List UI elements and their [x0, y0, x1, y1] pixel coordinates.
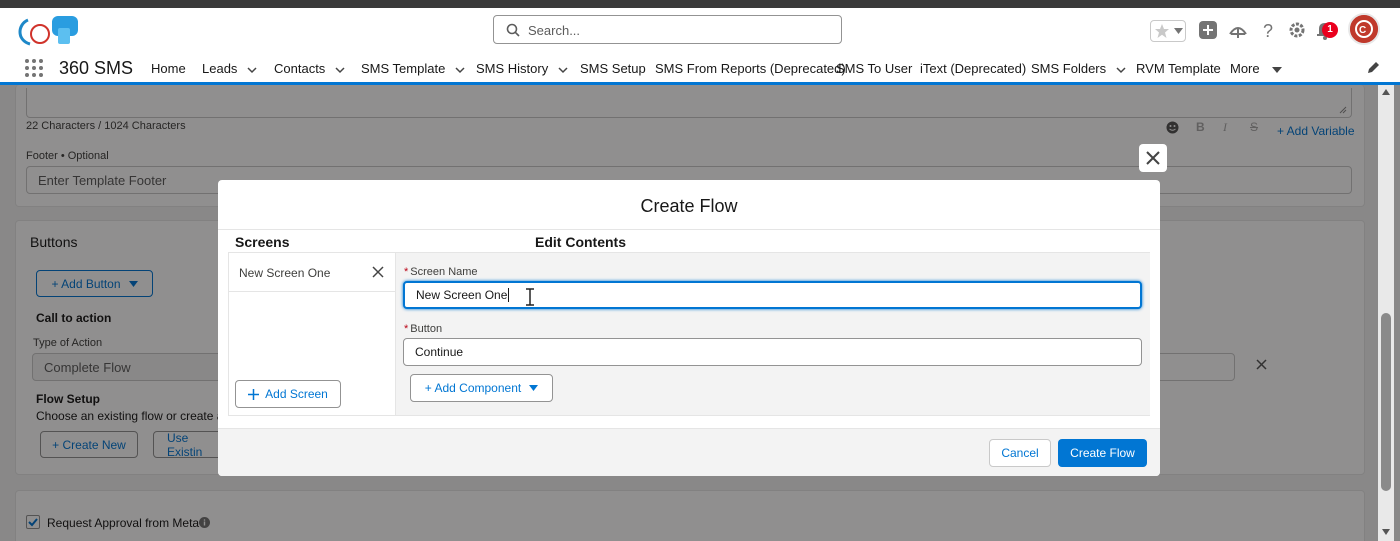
app-nav-bar: 360 SMS Home Leads Contacts SMS Template… — [0, 52, 1400, 85]
nav-item-itext[interactable]: iText (Deprecated) — [920, 61, 1026, 76]
edit-contents-column-header: Edit Contents — [535, 234, 626, 250]
modal-title: Create Flow — [640, 196, 738, 216]
scroll-down-icon[interactable] — [1382, 529, 1390, 535]
modal-footer: Cancel Create Flow — [218, 428, 1160, 476]
svg-text:?: ? — [1263, 21, 1273, 40]
browser-top-strip — [0, 0, 1400, 8]
favorites-button[interactable] — [1150, 20, 1186, 42]
button-label: * Button — [404, 323, 443, 335]
nav-item-sms-history[interactable]: SMS History — [476, 61, 568, 76]
nav-item-sms-from-reports[interactable]: SMS From Reports (Deprecated) — [655, 61, 846, 76]
create-flow-modal: Create Flow Screens Edit Contents New Sc… — [218, 180, 1160, 476]
edit-contents-panel: * Screen Name New Screen One * Button Cont… — [396, 253, 1150, 415]
add-component-button[interactable]: + Add Component — [410, 374, 553, 402]
chevron-down-icon[interactable] — [335, 65, 345, 75]
screen-item-label: New Screen One — [239, 266, 331, 280]
button-text-input[interactable]: Continue — [403, 338, 1142, 366]
remove-screen-icon[interactable] — [372, 266, 384, 278]
gear-icon[interactable] — [1287, 20, 1307, 40]
help-icon[interactable]: ? — [1258, 20, 1278, 40]
screens-list: New Screen One Add Screen — [229, 253, 396, 415]
avatar[interactable]: C — [1348, 13, 1380, 45]
nav-item-home[interactable]: Home — [151, 61, 186, 76]
nav-item-leads[interactable]: Leads — [202, 61, 257, 76]
company-logo[interactable] — [14, 14, 82, 48]
nav-item-sms-template[interactable]: SMS Template — [361, 61, 465, 76]
plus-icon — [248, 388, 260, 400]
nav-item-rvm-template[interactable]: RVM Template — [1136, 61, 1221, 76]
star-icon — [1155, 24, 1169, 38]
search-placeholder: Search... — [528, 23, 581, 38]
edit-nav-icon[interactable] — [1366, 61, 1380, 75]
svg-text:C: C — [1359, 25, 1366, 36]
create-flow-button[interactable]: Create Flow — [1058, 439, 1147, 467]
app-launcher-icon[interactable] — [24, 58, 44, 78]
trailhead-icon[interactable] — [1228, 20, 1248, 40]
text-cursor-icon — [526, 288, 534, 306]
cancel-button[interactable]: Cancel — [989, 439, 1051, 467]
chevron-down-icon — [1174, 28, 1183, 34]
add-screen-button[interactable]: Add Screen — [235, 380, 341, 408]
caret-down-icon — [529, 385, 539, 391]
close-icon — [1146, 151, 1160, 165]
scroll-up-icon[interactable] — [1382, 89, 1390, 95]
global-header: Search... ? 1 C — [0, 8, 1400, 52]
global-actions-icon[interactable] — [1198, 20, 1218, 40]
nav-item-sms-setup[interactable]: SMS Setup — [580, 61, 646, 76]
page-scrollbar[interactable] — [1378, 85, 1394, 541]
chevron-down-icon[interactable] — [1116, 65, 1126, 75]
search-icon — [506, 23, 520, 37]
screen-name-label: * Screen Name — [404, 266, 478, 278]
nav-item-sms-folders[interactable]: SMS Folders — [1031, 61, 1126, 76]
caret-down-icon[interactable] — [1271, 65, 1282, 75]
global-search[interactable]: Search... — [493, 15, 842, 44]
list-item[interactable]: New Screen One — [229, 253, 395, 292]
modal-close-button[interactable] — [1139, 144, 1167, 172]
scrollbar-thumb[interactable] — [1381, 313, 1391, 491]
nav-item-more[interactable]: More — [1230, 61, 1282, 76]
notification-badge: 1 — [1322, 22, 1338, 38]
chevron-down-icon[interactable] — [247, 65, 257, 75]
chevron-down-icon[interactable] — [558, 65, 568, 75]
nav-item-sms-to-user[interactable]: SMS To User — [836, 61, 912, 76]
screen-name-input[interactable]: New Screen One — [403, 281, 1142, 309]
app-name: 360 SMS — [59, 58, 134, 78]
screens-column-header: Screens — [235, 234, 290, 250]
chevron-down-icon[interactable] — [455, 65, 465, 75]
flow-editor: New Screen One Add Screen * Screen Name N… — [228, 252, 1150, 416]
nav-item-contacts[interactable]: Contacts — [274, 61, 345, 76]
modal-header: Create Flow — [218, 180, 1160, 230]
text-caret — [508, 288, 510, 302]
